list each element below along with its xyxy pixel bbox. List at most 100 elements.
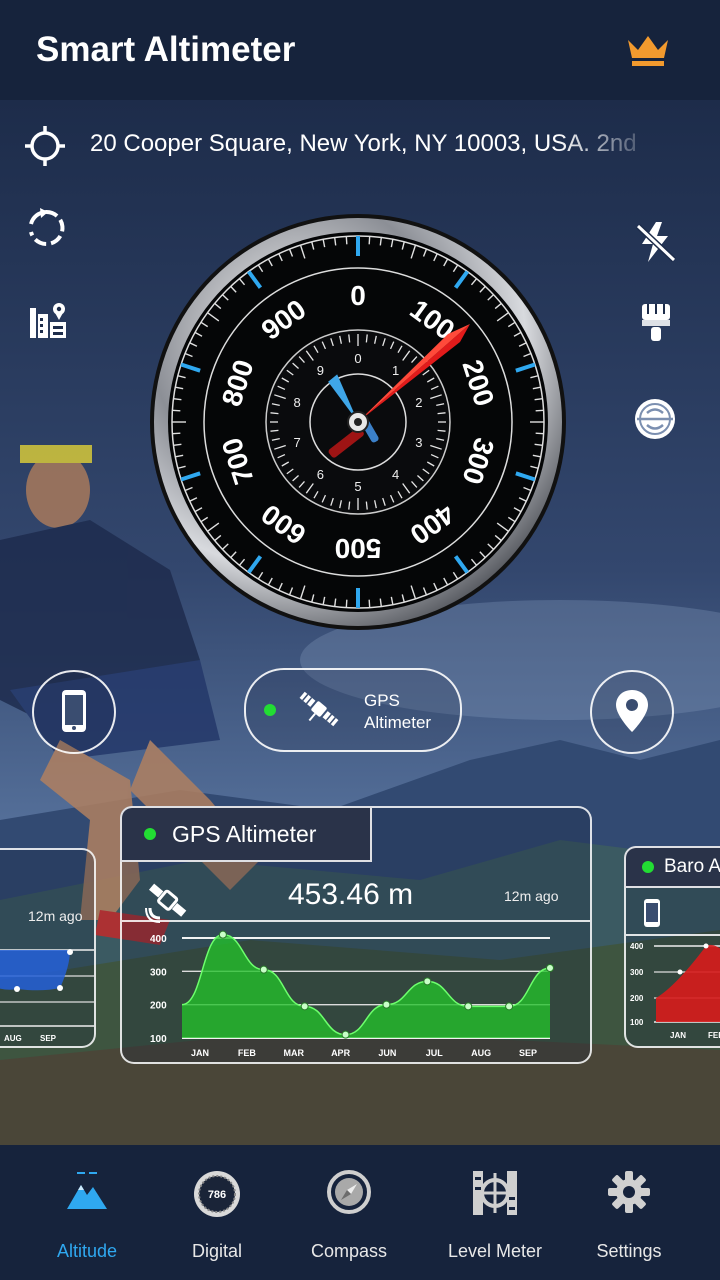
nav-label: Altitude — [56, 1241, 118, 1261]
satellite-icon — [299, 691, 339, 727]
gps-status-dot — [144, 828, 156, 840]
phone-icon — [62, 690, 86, 732]
gauge-inner-label: 5 — [354, 479, 361, 494]
gps-target-icon[interactable] — [24, 125, 66, 167]
gauge-inner-tick — [348, 334, 351, 343]
mode-label-line2: Altimeter — [364, 713, 432, 732]
gauge-inner-tick — [270, 412, 279, 415]
nav-label: Compass — [310, 1241, 388, 1261]
gauge-inner-tick — [348, 501, 351, 510]
baro-x-tick: JAN — [670, 1031, 686, 1040]
left-card-time: 12m ago — [28, 908, 83, 924]
gps-data-point — [259, 965, 268, 974]
location-pin-icon — [616, 690, 648, 732]
gauge-minor-tick — [379, 598, 383, 607]
gps-altimeter-toggle[interactable]: GPS Altimeter — [244, 668, 462, 752]
gps-series-area — [182, 934, 550, 1038]
gauge-inner-tick — [270, 429, 279, 432]
gps-x-tick: APR — [331, 1048, 351, 1058]
gauge-minor-tick — [368, 236, 371, 245]
digital-badge: 786 — [208, 1189, 226, 1201]
gauge-minor-tick — [535, 409, 544, 412]
brush-icon[interactable] — [634, 300, 678, 344]
gauge-inner-label: 3 — [415, 435, 422, 450]
level-meter-icon — [473, 1171, 517, 1215]
phone-sensor-button[interactable] — [32, 670, 116, 754]
gps-altitude-value: 453.46 m — [288, 878, 414, 911]
app-title: Smart Altimeter — [36, 30, 296, 69]
gps-x-tick: JUL — [426, 1048, 444, 1058]
gps-x-tick: AUG — [471, 1048, 491, 1058]
gauge-minor-tick — [535, 432, 544, 435]
nav-label: Settings — [596, 1241, 662, 1261]
gauge-minor-tick — [534, 443, 543, 447]
mode-label-line1: GPS — [364, 691, 400, 710]
level-icon[interactable] — [632, 396, 678, 442]
location-pin-button[interactable] — [590, 670, 674, 754]
refresh-icon[interactable] — [24, 206, 68, 250]
gauge-inner-label: 4 — [392, 467, 399, 482]
mode-label: GPS Altimeter — [364, 690, 431, 734]
baro-x-tick: FEB — [708, 1031, 720, 1040]
gauge-minor-tick — [172, 432, 181, 435]
gauge-minor-tick — [333, 598, 337, 607]
gauge-minor-tick — [172, 409, 181, 412]
gear-icon — [608, 1171, 650, 1213]
nav-settings[interactable]: Settings — [564, 1165, 694, 1265]
nav-compass[interactable]: Compass — [284, 1165, 414, 1265]
gauge-minor-tick — [368, 599, 371, 608]
digital-dial-icon: 786 — [194, 1171, 240, 1217]
gauge-inner-label: 2 — [415, 395, 422, 410]
gauge-inner-label: 7 — [294, 435, 301, 450]
location-address: 20 Cooper Square, New York, NY 10003, US… — [90, 130, 637, 157]
gps-y-tick: 100 — [150, 1034, 167, 1045]
gps-data-point — [505, 1002, 514, 1011]
app-header: Smart Altimeter — [0, 0, 720, 100]
gauge-minor-tick — [173, 443, 182, 447]
gauge-outer-label: 0 — [350, 280, 366, 311]
baro-card-title: Baro A — [664, 856, 720, 877]
phone-icon — [644, 899, 660, 927]
gauge-inner-tick — [365, 501, 368, 510]
gauge-outer-label: 500 — [335, 533, 382, 564]
gps-data-point — [546, 964, 554, 972]
gps-card-title: GPS Altimeter — [172, 821, 317, 847]
gps-card-tab: GPS Altimeter — [120, 806, 372, 862]
left-card-chart: AUG SEP — [0, 949, 94, 1043]
gps-y-tick: 300 — [150, 967, 167, 978]
crown-icon[interactable] — [626, 34, 670, 68]
gauge-inner-label: 1 — [392, 363, 399, 378]
gps-x-tick: SEP — [519, 1048, 537, 1058]
gps-data-point — [382, 1000, 391, 1009]
baro-y-tick: 300 — [630, 968, 644, 977]
gauge-inner-label: 9 — [317, 363, 324, 378]
nav-label: Level Meter — [447, 1241, 543, 1261]
flash-off-icon[interactable] — [634, 220, 678, 264]
nav-altitude[interactable]: Altitude — [22, 1165, 152, 1265]
nav-level-meter[interactable]: Level Meter — [430, 1165, 560, 1265]
location-row: 20 Cooper Square, New York, NY 10003, US… — [0, 110, 720, 180]
gauge-minor-tick — [534, 397, 543, 401]
gauge-inner-label: 6 — [317, 467, 324, 482]
baro-card-tab: Baro A — [624, 846, 720, 888]
gauge-inner-tick — [365, 334, 368, 343]
left-altimeter-card[interactable]: 12m ago AUG SEP — [0, 848, 96, 1048]
gauge-inner-label: 8 — [294, 395, 301, 410]
compass-icon — [327, 1170, 371, 1214]
bottom-navigation: Altitude 786 Digital Compass Level Meter… — [0, 1145, 720, 1280]
gauge-minor-tick — [345, 236, 348, 245]
gps-data-point — [300, 1002, 309, 1011]
map-building-icon[interactable] — [26, 300, 70, 344]
gps-data-point — [464, 1002, 473, 1011]
gps-altitude-chart: 400 300 200 100 JAN FEB MAR APR JUN JUL AUG SEP — [150, 930, 554, 1058]
gps-x-tick: FEB — [238, 1048, 257, 1058]
left-card-x-tick: SEP — [40, 1034, 57, 1043]
gps-data-point — [423, 977, 432, 986]
left-card-x-tick: AUG — [4, 1034, 22, 1043]
baro-y-tick: 100 — [630, 1018, 644, 1027]
altimeter-gauge: 0 100200300400500600700800900 0123456789 — [150, 214, 566, 630]
nav-digital[interactable]: 786 Digital — [152, 1165, 282, 1265]
satellite-signal-icon — [145, 883, 187, 923]
gauge-minor-tick — [345, 599, 348, 608]
gps-x-tick: MAR — [283, 1048, 304, 1058]
